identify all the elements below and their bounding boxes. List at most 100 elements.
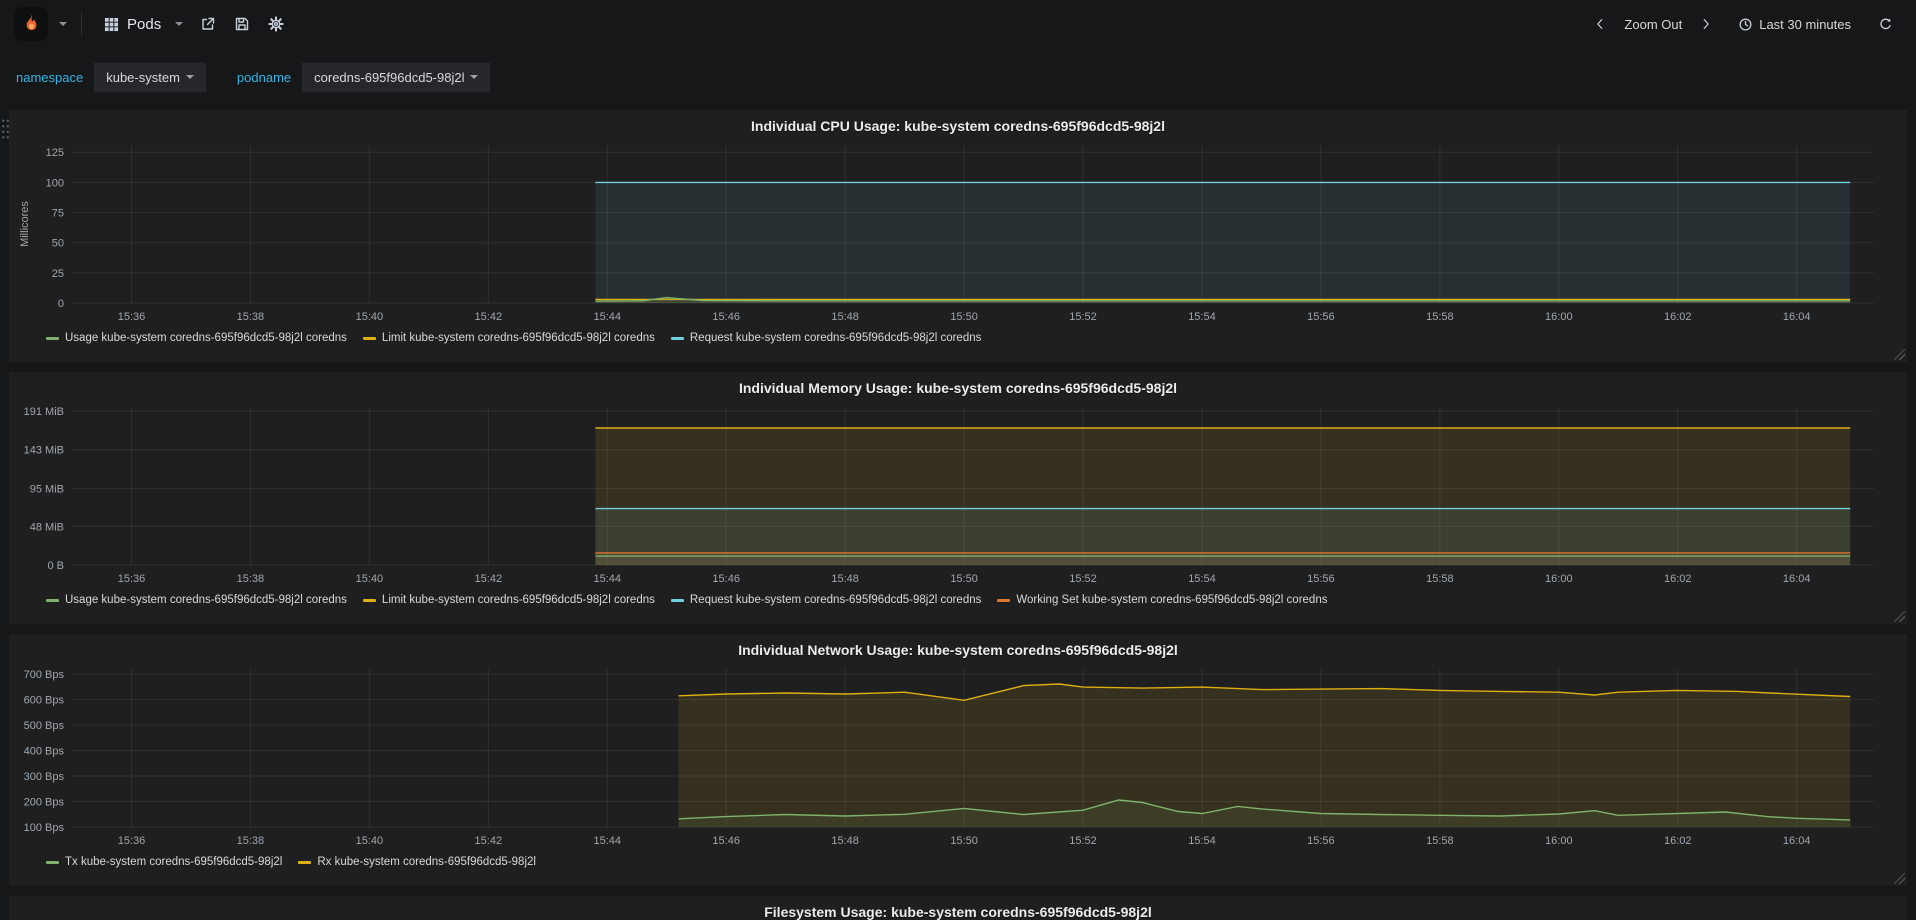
network-usage-chart[interactable]: 100 Bps 200 Bps 300 Bps 400 Bps 500 Bps 600 B… [16, 663, 1900, 853]
legend-item[interactable]: Usage kube-system coredns-695f96dcd5-98j… [46, 594, 347, 606]
y-axis-tick-label: 300 Bps [24, 771, 65, 783]
caret-down-icon [470, 75, 479, 79]
x-axis-tick-label: 16:00 [1545, 311, 1573, 323]
series-color-dash [362, 598, 376, 602]
navbar-separator [81, 11, 82, 37]
panel-filesystem-usage: Filesystem Usage: kube-system coredns-69… [9, 896, 1907, 920]
panel-title[interactable]: Individual Memory Usage: kube-system cor… [16, 375, 1900, 401]
legend-item[interactable]: Limit kube-system coredns-695f96dcd5-98j… [362, 594, 655, 606]
legend-label: Usage kube-system coredns-695f96dcd5-98j… [65, 594, 347, 606]
legend-label: Request kube-system coredns-695f96dcd5-9… [689, 332, 982, 344]
x-axis-tick-label: 16:02 [1664, 311, 1692, 323]
panel-resize-handle[interactable] [1894, 611, 1905, 622]
legend-label: Usage kube-system coredns-695f96dcd5-98j… [65, 332, 347, 344]
dashboard-settings-button[interactable] [259, 10, 293, 38]
legend-item[interactable]: Working Set kube-system coredns-695f96dc… [997, 594, 1327, 606]
y-axis-tick-label: 75 [52, 208, 64, 220]
memory-usage-chart[interactable]: 0 B 48 MiB 95 MiB 143 MiB 191 MiB 15:36 15:38 1… [16, 401, 1900, 591]
template-variables-row: namespace kube-system podname coredns-69… [0, 48, 1916, 106]
series-color-dash [46, 336, 59, 340]
y-axis-tick-label: 200 Bps [24, 797, 65, 809]
caret-down-icon [175, 22, 184, 26]
x-axis-tick-label: 15:48 [831, 311, 859, 323]
series-fill [678, 684, 1851, 827]
panel-cpu-usage: Individual CPU Usage: kube-system coredn… [9, 110, 1907, 362]
x-axis-tick-label: 15:48 [831, 835, 859, 847]
legend-item[interactable]: Rx kube-system coredns-695f96dcd5-98j2l [298, 856, 536, 868]
time-shift-back-button[interactable] [1584, 11, 1616, 37]
x-axis-tick-label: 15:54 [1188, 311, 1216, 323]
x-axis-tick-label: 15:36 [118, 835, 146, 847]
variable-podname-label: podname [236, 69, 292, 85]
x-axis-tick-label: 15:54 [1188, 835, 1216, 847]
podname-dropdown[interactable]: coredns-695f96dcd5-98j2l [301, 61, 492, 93]
navbar-right-group: Zoom Out Last 30 minutes [1584, 11, 1902, 38]
y-axis-tick-label: 143 MiB [24, 445, 64, 457]
x-axis-tick-label: 15:38 [237, 835, 265, 847]
legend-label: Rx kube-system coredns-695f96dcd5-98j2l [317, 856, 536, 868]
y-axis-tick-label: 700 Bps [24, 669, 65, 681]
x-axis-tick-label: 16:04 [1783, 573, 1811, 585]
x-axis-tick-label: 15:42 [475, 573, 503, 585]
panel-resize-handle[interactable] [1894, 873, 1905, 884]
legend-label: Limit kube-system coredns-695f96dcd5-98j… [381, 594, 655, 606]
y-axis-tick-label: 50 [52, 238, 64, 250]
save-icon [234, 16, 250, 32]
legend-item[interactable]: Request kube-system coredns-695f96dcd5-9… [670, 594, 981, 606]
y-axis-tick-label: 100 Bps [24, 822, 65, 834]
variable-namespace: namespace kube-system [14, 61, 207, 93]
x-axis-tick-label: 15:58 [1426, 835, 1454, 847]
legend-label: Tx kube-system coredns-695f96dcd5-98j2l [65, 856, 283, 868]
series-color-dash [997, 598, 1011, 602]
x-axis-tick-label: 15:58 [1426, 311, 1454, 323]
panel-title[interactable]: Individual Network Usage: kube-system co… [16, 637, 1900, 663]
series-color-dash [670, 336, 684, 340]
series-color-dash [46, 598, 59, 602]
x-axis-tick-label: 15:56 [1307, 311, 1335, 323]
x-axis-tick-label: 15:40 [356, 573, 384, 585]
grafana-menu-button[interactable] [14, 7, 67, 41]
clock-icon [1738, 17, 1753, 32]
panel-memory-usage: Individual Memory Usage: kube-system cor… [9, 372, 1907, 624]
x-axis-tick-label: 16:00 [1545, 573, 1573, 585]
caret-down-icon [185, 75, 194, 79]
namespace-dropdown[interactable]: kube-system [93, 61, 207, 93]
share-dashboard-button[interactable] [191, 10, 225, 38]
x-axis-tick-label: 15:36 [118, 311, 146, 323]
cpu-usage-chart[interactable]: 0 25 50 75 100 125 15:36 15:38 15:40 15:42 15:44 15… [16, 139, 1900, 329]
x-axis-tick-label: 15:46 [712, 573, 740, 585]
x-axis-tick-label: 15:44 [593, 573, 621, 585]
y-axis-tick-label: 191 MiB [24, 406, 64, 418]
zoom-out-button[interactable]: Zoom Out [1616, 11, 1690, 38]
dashboard-grid-icon [104, 17, 119, 32]
panel-title[interactable]: Filesystem Usage: kube-system coredns-69… [16, 899, 1900, 920]
network-chart-legend: Tx kube-system coredns-695f96dcd5-98j2l R… [16, 853, 1900, 868]
legend-item[interactable]: Tx kube-system coredns-695f96dcd5-98j2l [46, 856, 282, 868]
dashboard-panels: Individual CPU Usage: kube-system coredn… [0, 106, 1916, 920]
save-dashboard-button[interactable] [225, 10, 259, 38]
row-drag-handle[interactable] [1, 118, 10, 140]
caret-down-icon [59, 22, 67, 26]
dashboard-title: Pods [127, 15, 162, 33]
panel-resize-handle[interactable] [1894, 349, 1905, 360]
panel-title[interactable]: Individual CPU Usage: kube-system coredn… [16, 113, 1900, 139]
x-axis-tick-label: 15:52 [1069, 311, 1097, 323]
y-axis-tick-label: 500 Bps [24, 720, 65, 732]
y-axis-tick-label: 600 Bps [24, 695, 65, 707]
time-shift-forward-button[interactable] [1690, 11, 1722, 37]
legend-item[interactable]: Usage kube-system coredns-695f96dcd5-98j… [46, 332, 347, 344]
series-fill [595, 182, 1851, 303]
legend-item[interactable]: Request kube-system coredns-695f96dcd5-9… [670, 332, 982, 344]
time-range-picker-button[interactable]: Last 30 minutes [1730, 11, 1859, 38]
legend-item[interactable]: Limit kube-system coredns-695f96dcd5-98j… [362, 332, 655, 344]
x-axis-tick-label: 15:50 [950, 311, 978, 323]
dashboard-picker-button[interactable]: Pods [96, 10, 191, 39]
x-axis-tick-label: 15:36 [118, 573, 146, 585]
y-axis-tick-label: 125 [46, 147, 64, 159]
refresh-icon [1878, 17, 1893, 32]
y-axis-tick-label: 25 [52, 268, 64, 280]
refresh-button[interactable] [1869, 11, 1902, 38]
x-axis-tick-label: 16:00 [1545, 835, 1573, 847]
share-icon [200, 16, 216, 32]
y-axis-tick-label: 48 MiB [30, 521, 64, 533]
